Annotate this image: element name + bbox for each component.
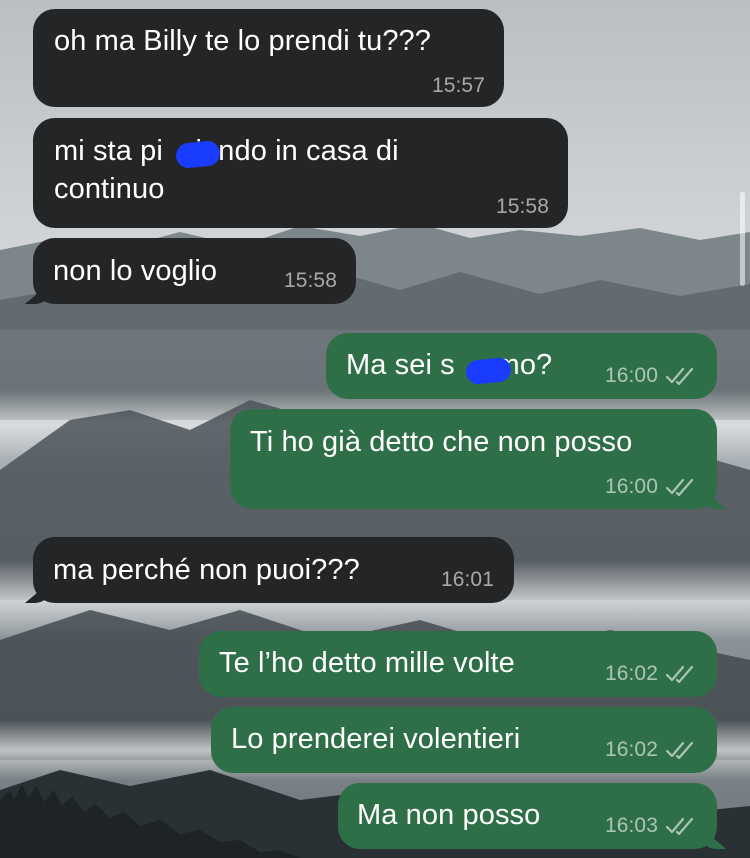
message-text: Te l’ho detto mille volte [219, 647, 515, 679]
message-text: Ma non posso [357, 799, 541, 831]
double-check-icon [666, 665, 698, 683]
message-timestamp: 15:58 [283, 269, 337, 292]
message-text: ma perché non puoi??? [53, 554, 360, 586]
message-timestamp: 16:02 [605, 662, 698, 686]
message-timestamp: 16:02 [605, 738, 698, 762]
incoming-message-bubble[interactable]: ma perché non puoi??? 16:01 [33, 537, 514, 603]
message-timestamp: 15:57 [431, 74, 485, 97]
message-timestamp: 16:03 [605, 814, 698, 838]
message-text: non lo voglio [53, 255, 218, 287]
outgoing-message-bubble[interactable]: Ti ho già detto che non posso 16:00 [230, 409, 717, 509]
incoming-message-bubble[interactable]: non lo voglio 15:58 [33, 238, 356, 304]
incoming-message-bubble[interactable]: oh ma Billy te lo prendi tu??? 15:57 [33, 9, 504, 107]
message-text: mi sta pi iando in casa di continuo [54, 135, 399, 205]
message-timestamp: 16:00 [605, 364, 698, 388]
outgoing-message-bubble[interactable]: Ma sei s mo? 16:00 [326, 333, 717, 399]
incoming-message-bubble[interactable]: mi sta pi iando in casa di continuo 15:5… [33, 118, 568, 228]
message-timestamp: 16:01 [440, 568, 494, 591]
message-text: oh ma Billy te lo prendi tu??? [54, 25, 431, 57]
message-text: Lo prenderei volentieri [231, 723, 521, 755]
outgoing-message-bubble[interactable]: Lo prenderei volentieri 16:02 [211, 707, 717, 773]
double-check-icon [666, 741, 698, 759]
double-check-icon [666, 817, 698, 835]
double-check-icon [666, 478, 698, 496]
message-text: Ma sei s mo? [346, 349, 553, 381]
message-timestamp: 16:00 [605, 475, 698, 499]
double-check-icon [666, 367, 698, 385]
outgoing-message-bubble[interactable]: Te l’ho detto mille volte 16:02 [199, 631, 717, 697]
message-text: Ti ho già detto che non posso [250, 426, 633, 458]
message-timestamp: 15:58 [495, 195, 549, 218]
chat-scrollbar[interactable] [740, 192, 745, 286]
outgoing-message-bubble[interactable]: Ma non posso 16:03 [338, 783, 717, 849]
